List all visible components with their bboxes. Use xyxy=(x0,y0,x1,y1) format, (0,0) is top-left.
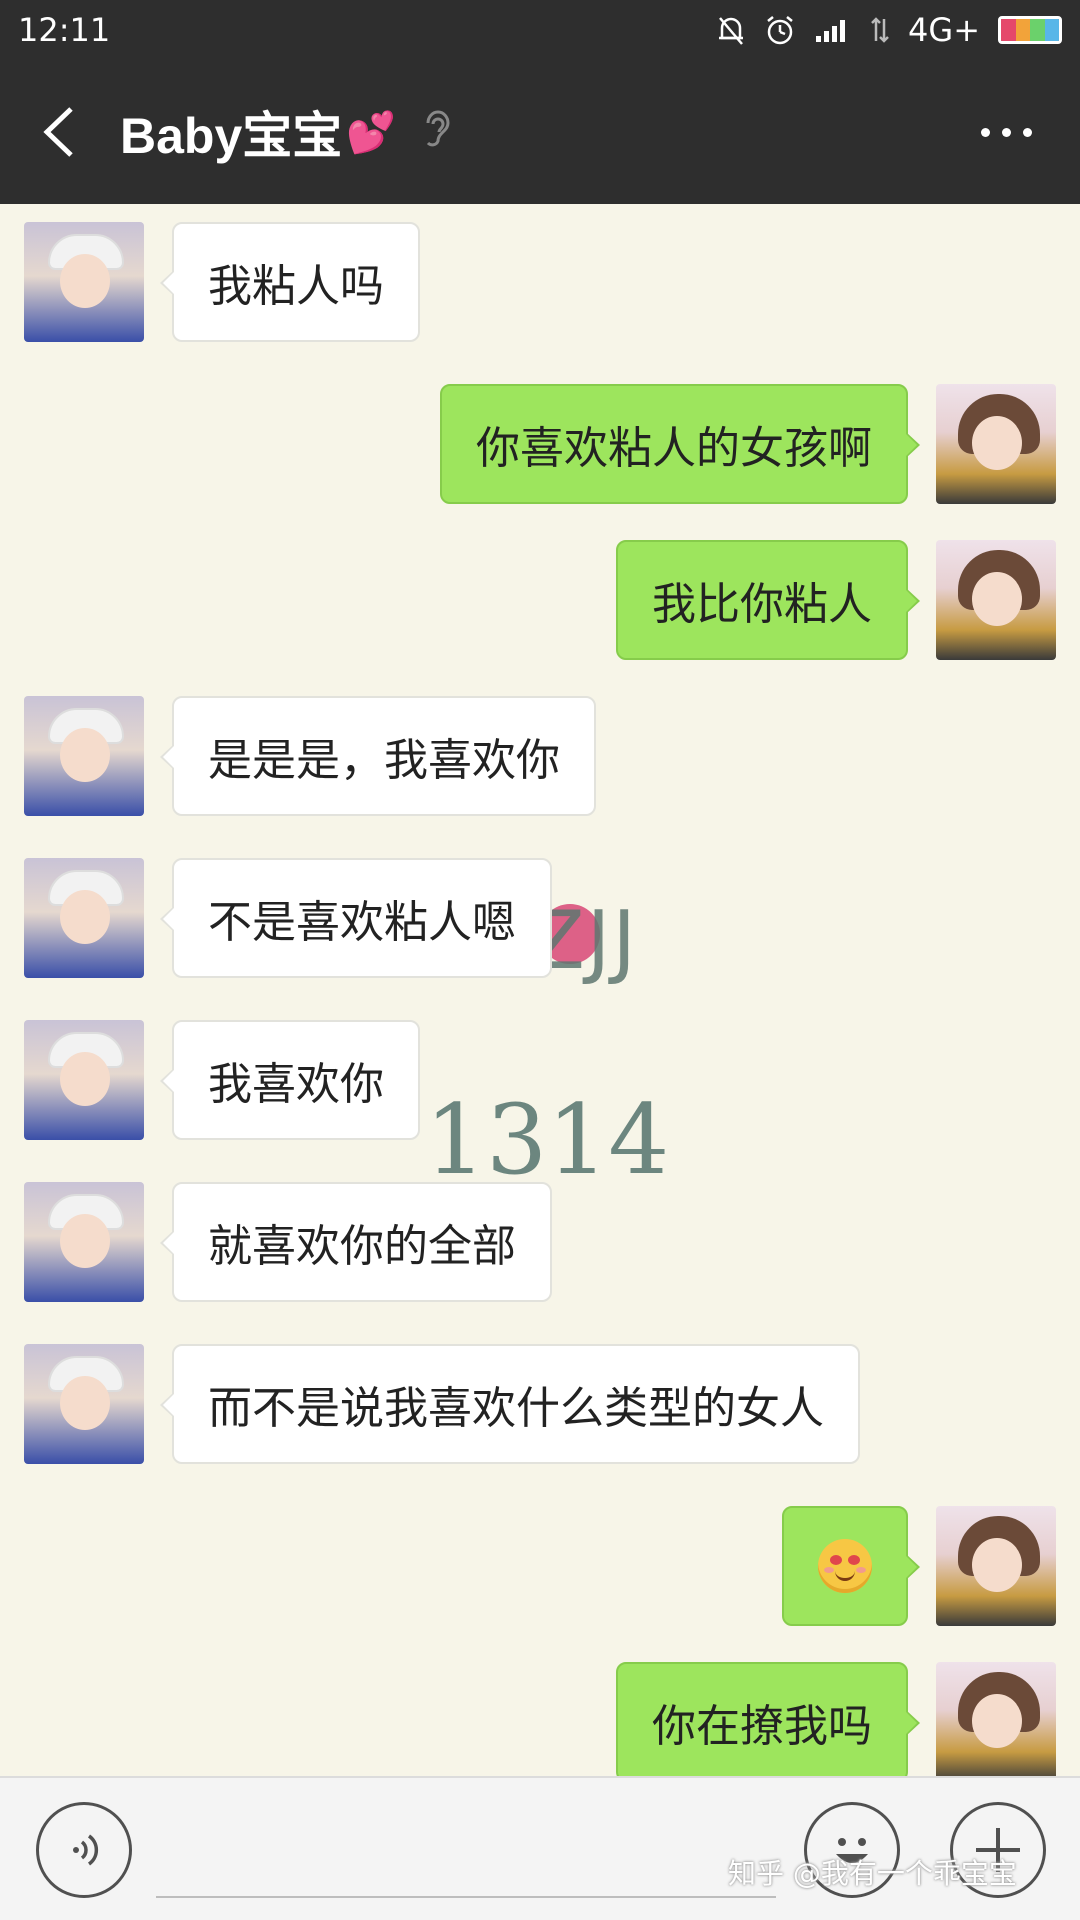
input-bar xyxy=(0,1776,1080,1920)
status-bar: 12:11 4G+ xyxy=(0,0,1080,60)
title-bar: Baby宝宝 💕 xyxy=(0,60,1080,204)
voice-input-button[interactable] xyxy=(36,1802,132,1898)
my-avatar[interactable] xyxy=(936,540,1056,660)
message-row: 不是喜欢粘人嗯 xyxy=(24,858,552,978)
battery-icon xyxy=(998,16,1062,44)
message-bubble[interactable]: 就喜欢你的全部 xyxy=(160,1182,552,1302)
contact-avatar[interactable] xyxy=(24,222,144,342)
message-row: 是是是，我喜欢你 xyxy=(24,696,596,816)
contact-avatar[interactable] xyxy=(24,1020,144,1140)
contact-avatar[interactable] xyxy=(24,858,144,978)
message-row: 我喜欢你 xyxy=(24,1020,420,1140)
message-row: 你在撩我吗 xyxy=(616,1662,1056,1776)
alarm-icon xyxy=(764,14,796,46)
status-icons: 4G+ xyxy=(716,11,1062,49)
message-bubble[interactable]: 你在撩我吗 xyxy=(616,1662,920,1776)
message-bubble[interactable]: 我粘人吗 xyxy=(160,222,420,342)
dot-icon xyxy=(981,127,990,137)
dot-icon xyxy=(1002,127,1011,137)
back-button[interactable] xyxy=(28,92,88,172)
message-bubble[interactable]: 不是喜欢粘人嗯 xyxy=(160,858,552,978)
message-row: 我粘人吗 xyxy=(24,222,420,342)
data-transfer-icon xyxy=(870,15,890,45)
my-avatar[interactable] xyxy=(936,1506,1056,1626)
message-row xyxy=(782,1506,1056,1626)
chat-area[interactable]: ZJJ 1314 我粘人吗 你喜欢粘人的女孩啊 我比你粘人 是是是，我喜欢你 不… xyxy=(0,204,1080,1776)
message-input[interactable] xyxy=(156,1896,776,1898)
message-bubble[interactable]: 而不是说我喜欢什么类型的女人 xyxy=(160,1344,860,1464)
message-bubble[interactable] xyxy=(782,1506,920,1626)
my-avatar[interactable] xyxy=(936,384,1056,504)
contact-avatar[interactable] xyxy=(24,1344,144,1464)
ear-icon xyxy=(422,109,452,155)
source-watermark: 知乎 @我有一个乖宝宝 xyxy=(728,1857,1017,1890)
message-bubble[interactable]: 我喜欢你 xyxy=(160,1020,420,1140)
two-hearts-icon: 💕 xyxy=(346,109,397,156)
signal-icon xyxy=(814,16,852,44)
message-bubble[interactable]: 我比你粘人 xyxy=(616,540,920,660)
network-type: 4G+ xyxy=(908,11,980,49)
message-bubble[interactable]: 是是是，我喜欢你 xyxy=(160,696,596,816)
background-watermark-1314: 1314 xyxy=(425,1084,670,1196)
chat-title: Baby宝宝 xyxy=(120,108,343,164)
my-avatar[interactable] xyxy=(936,1662,1056,1776)
message-row: 我比你粘人 xyxy=(616,540,1056,660)
message-row: 而不是说我喜欢什么类型的女人 xyxy=(24,1344,860,1464)
bell-muted-icon xyxy=(716,14,746,46)
more-options-button[interactable] xyxy=(961,108,1052,157)
contact-avatar[interactable] xyxy=(24,1182,144,1302)
chevron-left-icon xyxy=(43,107,73,157)
message-row: 你喜欢粘人的女孩啊 xyxy=(440,384,1056,504)
status-time: 12:11 xyxy=(18,11,111,49)
dot-icon xyxy=(1023,127,1032,137)
heart-eyes-emoji-icon xyxy=(818,1539,872,1593)
voice-icon xyxy=(73,1834,99,1866)
contact-avatar[interactable] xyxy=(24,696,144,816)
message-bubble[interactable]: 你喜欢粘人的女孩啊 xyxy=(440,384,920,504)
message-row: 就喜欢你的全部 xyxy=(24,1182,552,1302)
